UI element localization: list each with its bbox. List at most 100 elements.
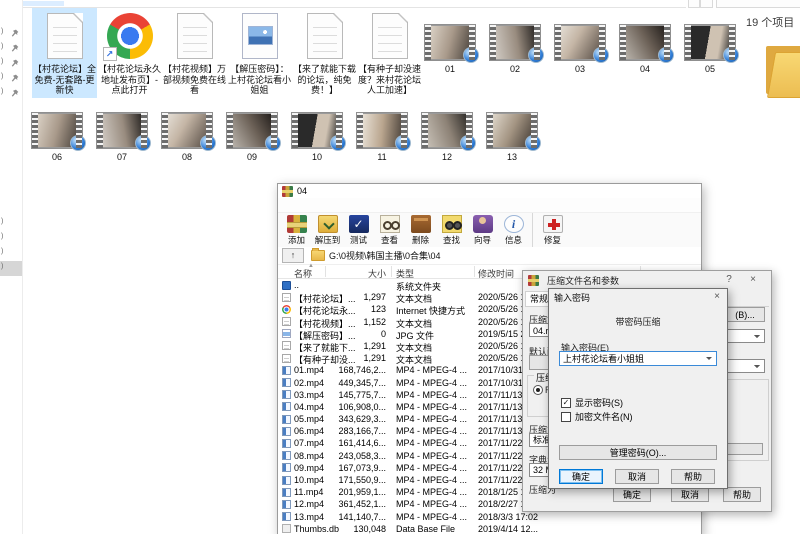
up-directory-button[interactable]: ↑ xyxy=(282,248,304,263)
video-file-item[interactable]: 05 xyxy=(684,24,736,74)
archive-ok-button[interactable]: 确定 xyxy=(613,487,651,502)
toolbar-button[interactable]: 查看 xyxy=(374,213,405,247)
video-file-item[interactable]: 08 xyxy=(161,112,213,162)
toolbar-button[interactable]: 信息 xyxy=(498,213,529,247)
file-type-icon: ↗ xyxy=(372,13,408,59)
toolbar-button[interactable]: 测试 xyxy=(343,213,374,247)
file-type-icon xyxy=(282,390,291,399)
file-type-icon xyxy=(282,281,291,290)
video-thumbnail[interactable] xyxy=(226,112,278,149)
archive-help-button[interactable]: 帮助 xyxy=(723,487,761,502)
dialog-help-button[interactable]: ? xyxy=(721,273,737,287)
browse-button[interactable]: (B)... xyxy=(725,307,765,322)
cell-size: 343,629,3... xyxy=(328,414,386,424)
table-row[interactable]: 13.mp4 141,140,7... MP4 - MPEG-4 ... 201… xyxy=(278,511,700,523)
file-label: 【解压密码】：上村花论坛看小姐姐 xyxy=(228,64,291,96)
archive-cancel-button[interactable]: 取消 xyxy=(671,487,709,502)
video-thumbnail[interactable] xyxy=(619,24,671,61)
password-cancel-button[interactable]: 取消 xyxy=(615,469,659,484)
cell-size: 201,959,1... xyxy=(328,487,386,497)
dialog-close-button[interactable]: × xyxy=(709,290,725,304)
cell-type: MP4 - MPEG-4 ... xyxy=(396,463,476,473)
desktop-file-item[interactable]: ↗ 【来了就能下载的论坛，纯免费！】 xyxy=(292,8,357,98)
video-thumbnail[interactable] xyxy=(356,112,408,149)
address-path[interactable]: G:\0视频\韩国主播\0合集\04 xyxy=(329,249,441,262)
desktop-file-item[interactable]: ↗ 【有种子却没速度？来村花论坛人工加速】 xyxy=(357,8,422,98)
play-badge-icon xyxy=(135,135,151,151)
toolbar-button[interactable]: 解压到 xyxy=(312,213,343,247)
video-thumbnail[interactable] xyxy=(31,112,83,149)
top-window-button[interactable] xyxy=(688,0,700,8)
video-file-item[interactable]: 04 xyxy=(619,24,671,74)
toolbar-button[interactable]: 查找 xyxy=(436,213,467,247)
desktop-file-item[interactable]: ↗ 【村花论坛永久地址发布页】-点此打开 xyxy=(97,8,162,98)
sidebar-item[interactable]: ) xyxy=(0,71,22,86)
sidebar-item[interactable]: ) xyxy=(0,216,22,231)
video-thumbnail[interactable] xyxy=(486,112,538,149)
side-button[interactable] xyxy=(727,443,763,455)
password-ok-button[interactable]: 确定 xyxy=(559,469,603,484)
video-file-item[interactable]: 01 xyxy=(424,24,476,74)
dialog-close-button[interactable]: × xyxy=(745,273,761,287)
video-thumbnail[interactable] xyxy=(161,112,213,149)
password-dialog-titlebar[interactable]: 输入密码 xyxy=(549,289,727,305)
top-window-button[interactable] xyxy=(700,0,713,8)
pin-icon xyxy=(11,74,19,82)
cell-date: 2019/4/14 12... xyxy=(478,524,628,534)
toolbar-button[interactable]: 向导 xyxy=(467,213,498,247)
file-label: 【村花论坛永久地址发布页】-点此打开 xyxy=(98,64,161,96)
encrypt-names-row[interactable]: 加密文件名(N) xyxy=(561,411,633,422)
play-badge-icon xyxy=(330,135,346,151)
toolbar-button[interactable]: 添加 xyxy=(281,213,312,247)
video-file-item[interactable]: 09 xyxy=(226,112,278,162)
show-password-row[interactable]: ✓ 显示密码(S) xyxy=(561,397,623,408)
encrypt-names-checkbox[interactable] xyxy=(561,412,571,422)
show-password-checkbox[interactable]: ✓ xyxy=(561,398,571,408)
update-mode-select[interactable] xyxy=(725,329,765,343)
desktop-file-item[interactable]: ↗ 【村花论坛】全免费-无套路-更新快 xyxy=(32,8,97,98)
toolbar-icon xyxy=(349,215,369,233)
sidebar-item[interactable]: ) xyxy=(0,86,22,101)
radio-rar[interactable] xyxy=(533,385,543,395)
video-thumbnail[interactable] xyxy=(96,112,148,149)
password-help-button[interactable]: 帮助 xyxy=(671,469,715,484)
video-file-item[interactable]: 11 xyxy=(356,112,408,162)
play-badge-icon xyxy=(658,47,674,63)
video-thumbnail[interactable] xyxy=(554,24,606,61)
top-window-tab[interactable] xyxy=(716,0,800,8)
video-file-item[interactable]: 02 xyxy=(489,24,541,74)
desktop-file-item[interactable]: ↗ 【村花视频】万部视频免费在线看 xyxy=(162,8,227,98)
play-badge-icon xyxy=(265,135,281,151)
video-thumbnail[interactable] xyxy=(421,112,473,149)
volume-select[interactable] xyxy=(725,359,765,373)
toolbar-button[interactable]: 修复 xyxy=(532,213,568,247)
video-file-item[interactable]: 10 xyxy=(291,112,343,162)
video-thumbnail[interactable] xyxy=(684,24,736,61)
video-file-item[interactable]: 03 xyxy=(554,24,606,74)
password-input[interactable]: 上村花论坛看小姐姐 xyxy=(559,351,717,366)
desktop-file-item[interactable]: ↗ 【解压密码】：上村花论坛看小姐姐 xyxy=(227,8,292,98)
sidebar-item[interactable]: ) xyxy=(0,26,22,41)
video-file-item[interactable]: 07 xyxy=(96,112,148,162)
file-type-icon: ↗ xyxy=(47,13,83,59)
sidebar-item[interactable]: ) xyxy=(0,41,22,56)
sidebar-item[interactable]: ) xyxy=(0,231,22,246)
sidebar-item[interactable]: ) xyxy=(0,261,22,276)
video-file-item[interactable]: 13 xyxy=(486,112,538,162)
table-row[interactable]: Thumbs.db 130,048 Data Base File 2019/4/… xyxy=(278,523,700,534)
cell-type: MP4 - MPEG-4 ... xyxy=(396,390,476,400)
open-folder-icon[interactable] xyxy=(766,44,800,98)
sidebar-item-label: ) xyxy=(1,233,3,240)
video-file-item[interactable]: 06 xyxy=(31,112,83,162)
sidebar-item[interactable]: ) xyxy=(0,246,22,261)
video-file-item[interactable]: 12 xyxy=(421,112,473,162)
sidebar-item[interactable]: ) xyxy=(0,56,22,71)
manage-passwords-button[interactable]: 管理密码(O)... xyxy=(559,445,717,460)
video-thumbnail[interactable] xyxy=(291,112,343,149)
toolbar-button[interactable]: 删除 xyxy=(405,213,436,247)
cell-type: MP4 - MPEG-4 ... xyxy=(396,426,476,436)
video-thumbnail[interactable] xyxy=(489,24,541,61)
video-thumbnail[interactable] xyxy=(424,24,476,61)
winrar-titlebar[interactable]: 04 xyxy=(278,184,701,198)
address-bar: ↑ G:\0视频\韩国主播\0合集\04 xyxy=(278,247,701,265)
